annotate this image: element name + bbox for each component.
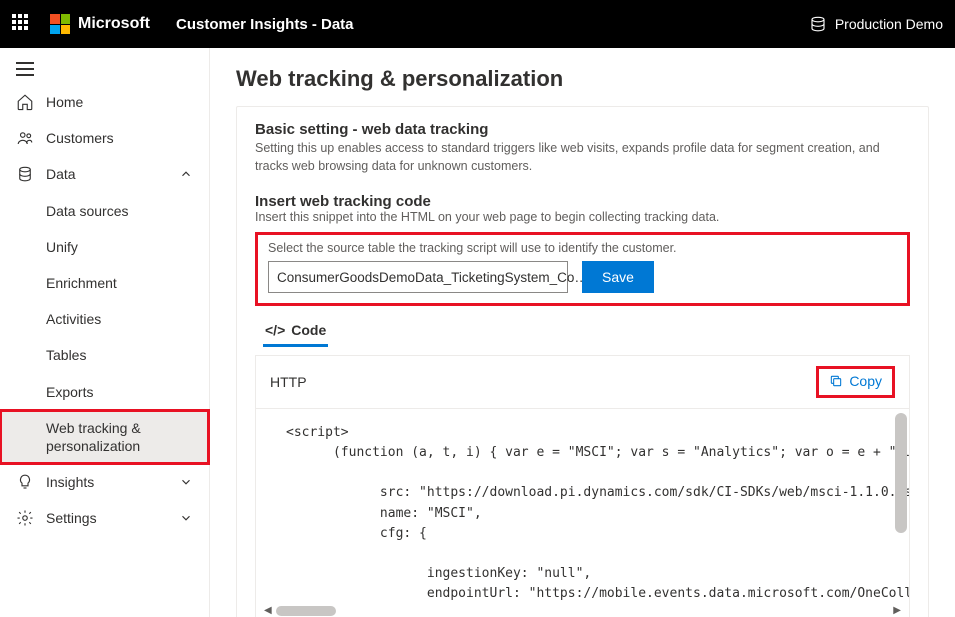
code-tab[interactable]: </> Code [263,316,328,347]
main-content: Web tracking & personalization Basic set… [210,48,955,617]
insert-code-subtitle: Insert this snippet into the HTML on you… [255,210,910,224]
sidebar-item-enrichment[interactable]: Enrichment [0,265,209,301]
settings-card: Basic setting - web data tracking Settin… [236,106,929,617]
hamburger-icon [16,62,34,76]
dropdown-value: ConsumerGoodsDemoData_TicketingSystem_Co… [277,270,588,285]
home-icon [16,93,34,111]
source-table-label: Select the source table the tracking scr… [268,241,897,255]
card-description: Setting this up enables access to standa… [255,140,910,175]
scroll-right-icon: ▶ [893,605,901,616]
copy-highlight: Copy [816,366,895,398]
brand-label: Microsoft [78,15,150,33]
sidebar-item-customers[interactable]: Customers [0,120,209,156]
environment-icon [809,15,827,33]
card-title: Basic setting - web data tracking [255,121,910,138]
http-label: HTTP [270,374,307,390]
scroll-left-icon: ◀ [264,605,272,616]
environment-picker[interactable]: Production Demo [809,15,943,33]
microsoft-logo: Microsoft [50,14,150,34]
collapse-nav-button[interactable] [0,54,209,84]
sidebar-item-home[interactable]: Home [0,84,209,120]
settings-icon [16,509,34,527]
sidebar-item-insights[interactable]: Insights [0,464,209,500]
sidebar-item-exports[interactable]: Exports [0,374,209,410]
chevron-up-icon [179,167,193,181]
chevron-down-icon [179,475,193,489]
source-selection-highlight: Select the source table the tracking scr… [255,232,910,306]
sidebar-item-data-sources[interactable]: Data sources [0,193,209,229]
insert-code-title: Insert web tracking code [255,193,910,210]
customers-icon [16,129,34,147]
copy-icon [829,374,843,388]
copy-button[interactable]: Copy [829,373,882,389]
sidebar-item-unify[interactable]: Unify [0,229,209,265]
sidebar-item-activities[interactable]: Activities [0,301,209,337]
sidebar-item-tables[interactable]: Tables [0,337,209,373]
source-table-dropdown[interactable]: ConsumerGoodsDemoData_TicketingSystem_Co… [268,261,568,293]
sidebar-item-settings[interactable]: Settings [0,500,209,536]
environment-label: Production Demo [835,16,943,32]
app-launcher-icon[interactable] [12,14,32,34]
app-title: Customer Insights - Data [176,16,354,33]
code-snippet[interactable]: <script> (function (a, t, i) { var e = "… [256,409,909,603]
horizontal-scrollbar[interactable]: ◀ ▶ [256,603,909,617]
data-icon [16,165,34,183]
vertical-scrollbar[interactable] [895,413,907,533]
chevron-down-icon [179,511,193,525]
sidebar: Home Customers Data Data sources Unify E… [0,48,210,617]
save-button[interactable]: Save [582,261,654,293]
page-title: Web tracking & personalization [236,66,929,92]
sidebar-item-data[interactable]: Data [0,156,209,192]
sidebar-item-web-tracking[interactable]: Web tracking & personalization [0,410,209,464]
code-panel: HTTP Copy <script> (function (a, t, i) {… [255,355,910,617]
top-bar: Microsoft Customer Insights - Data Produ… [0,0,955,48]
insights-icon [16,473,34,491]
code-icon: </> [265,322,285,338]
